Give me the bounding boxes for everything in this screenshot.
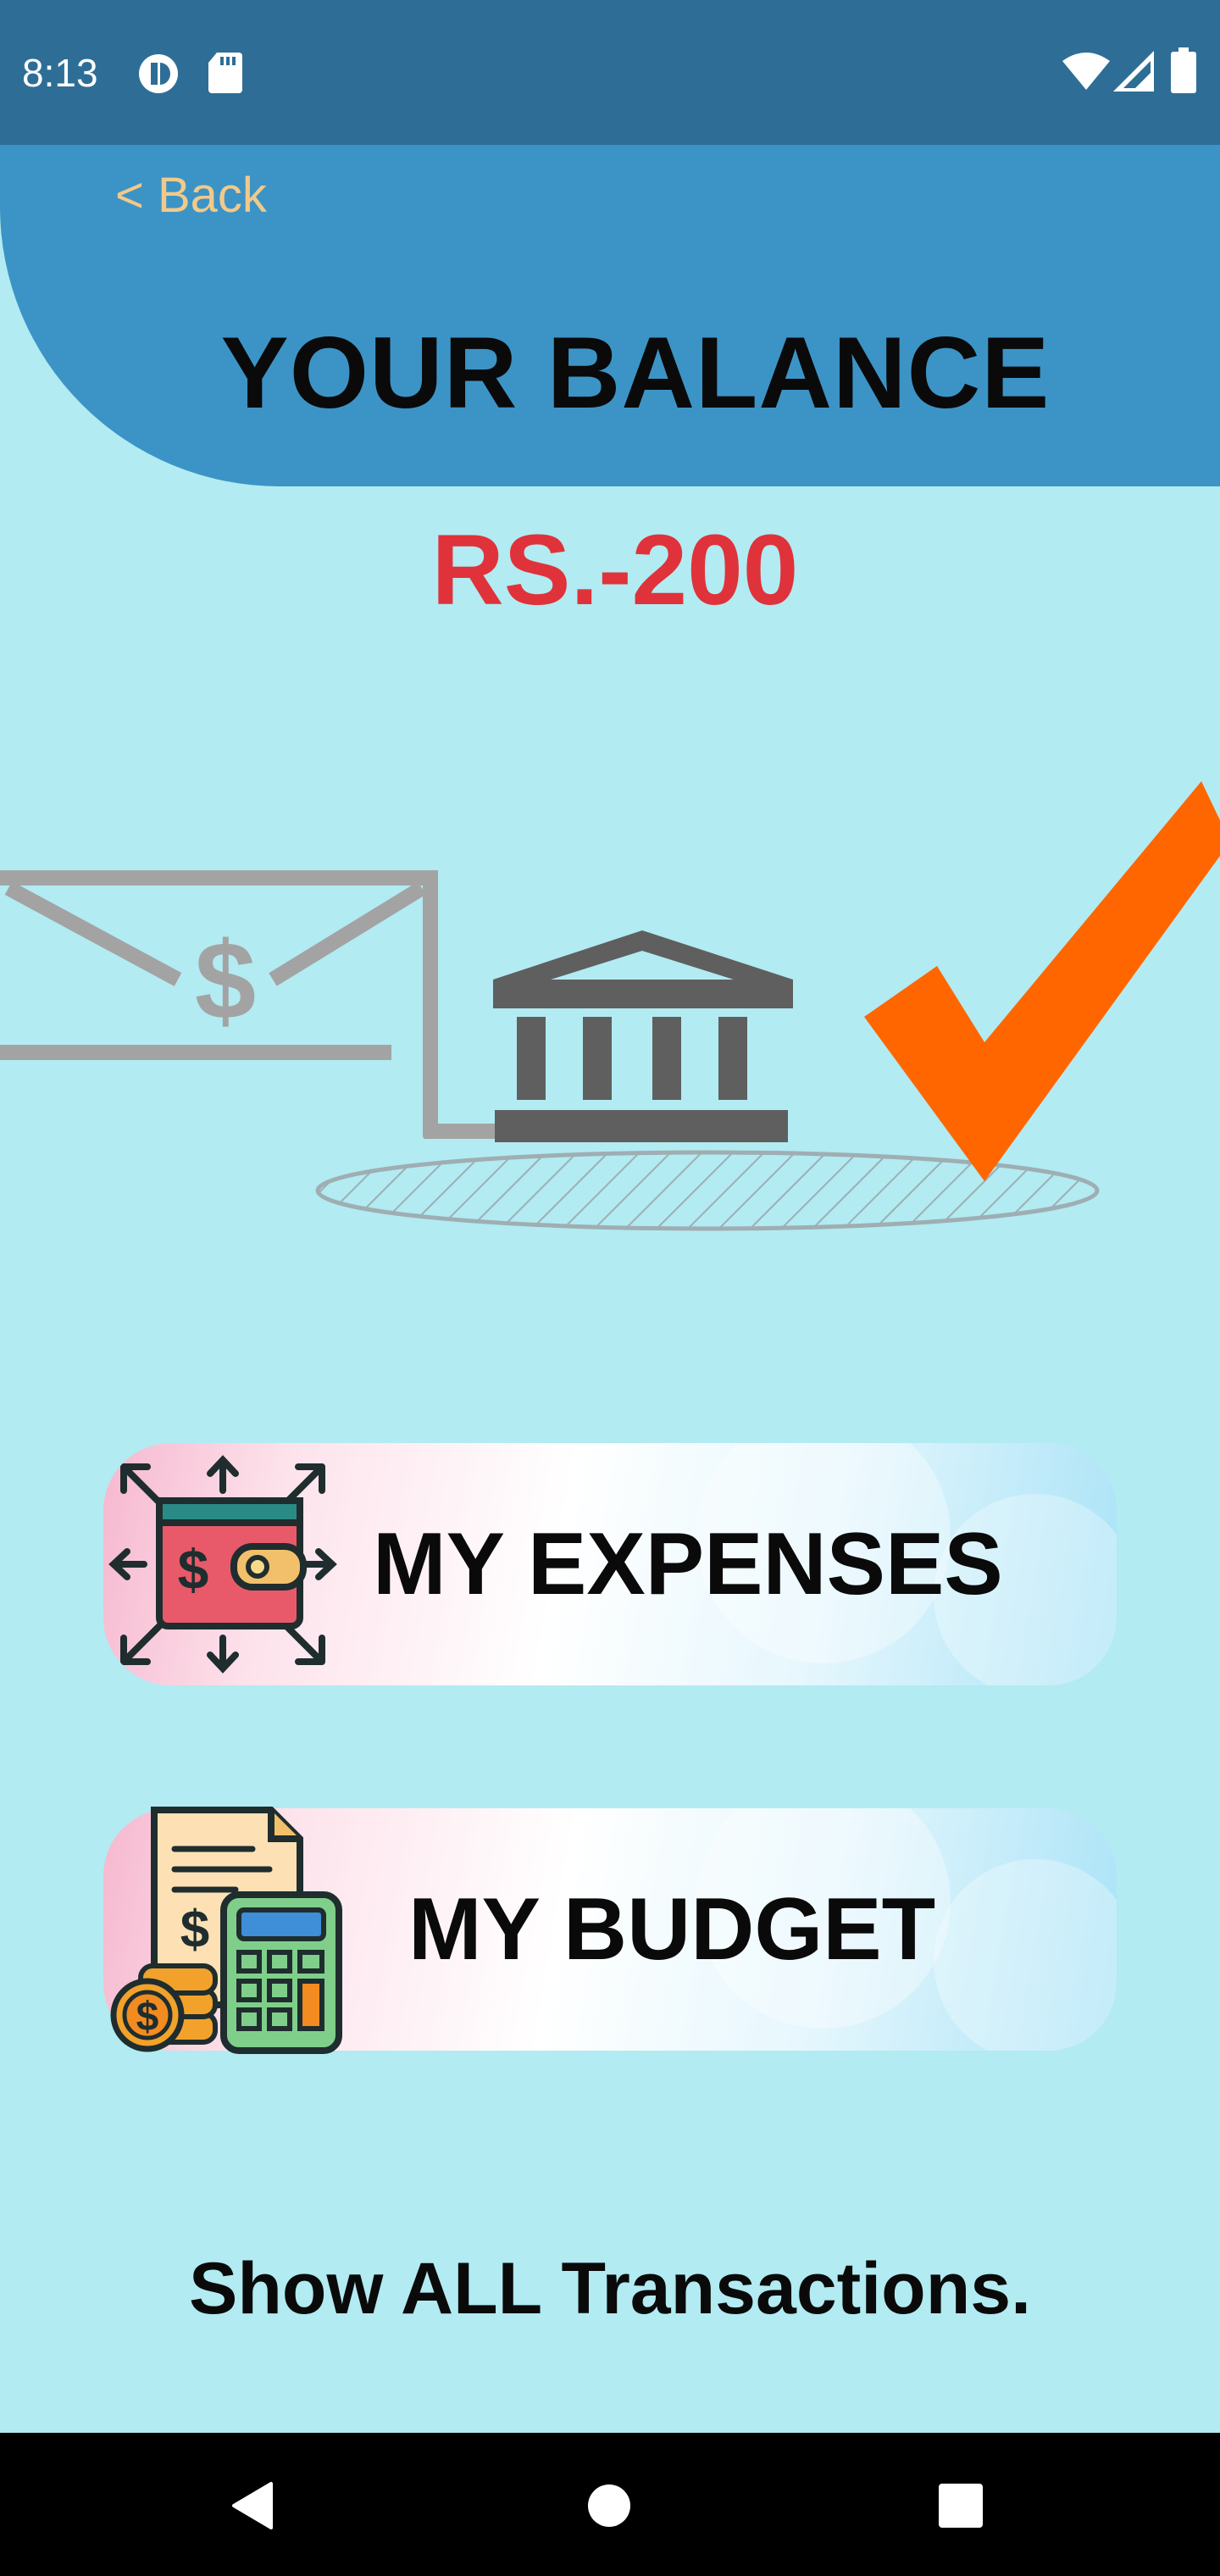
balance-amount: RS.-200 xyxy=(431,514,799,626)
status-bar: 8:13 xyxy=(0,0,1220,145)
svg-text:$: $ xyxy=(136,1995,159,2040)
navigation-bar xyxy=(0,2433,1220,2576)
back-triangle-icon[interactable] xyxy=(229,2480,276,2531)
wallet-expenses-icon: $ xyxy=(108,1455,337,1674)
show-all-transactions-link[interactable]: Show ALL Transactions. xyxy=(0,2242,1220,2335)
checkmark-icon xyxy=(864,781,1220,1181)
svg-text:$: $ xyxy=(180,1901,209,1959)
budget-calculator-icon: $ $ xyxy=(110,1807,342,2054)
battery-icon xyxy=(1171,47,1196,93)
money-envelope-icon: $ xyxy=(0,870,500,1139)
svg-text:$: $ xyxy=(178,1538,209,1601)
recents-square-icon[interactable] xyxy=(939,2484,983,2528)
status-time: 8:13 xyxy=(22,51,98,95)
wifi-icon xyxy=(1062,53,1110,90)
bank-icon xyxy=(493,930,793,1142)
my-expenses-label: MY EXPENSES xyxy=(373,1515,1003,1613)
page-title: YOUR BALANCE xyxy=(220,316,1051,430)
my-expenses-button[interactable]: $ MY EXPENSES xyxy=(103,1443,1117,1685)
payment-illustration: $ xyxy=(0,781,1220,1231)
back-button[interactable]: < Back xyxy=(115,166,267,225)
notification-app-icon xyxy=(139,54,178,93)
cell-signal-icon xyxy=(1113,51,1154,92)
home-circle-icon[interactable] xyxy=(587,2484,631,2528)
envelope-dollar-sign: $ xyxy=(195,919,256,1042)
sd-card-icon xyxy=(208,53,242,93)
my-budget-label: MY BUDGET xyxy=(408,1880,936,1979)
